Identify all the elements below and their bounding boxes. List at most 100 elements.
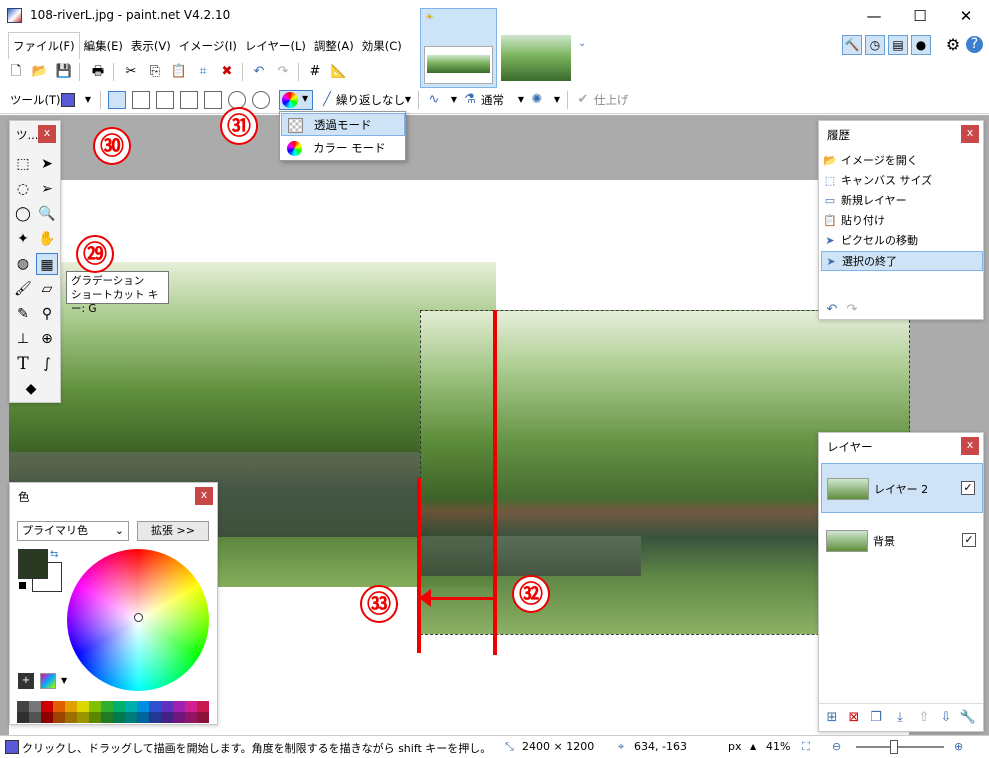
palette-swatch[interactable] (137, 701, 149, 712)
move-selection-tool-icon[interactable]: ➢ (36, 178, 58, 200)
gradient-tool-icon[interactable]: ▦ (36, 253, 58, 275)
new-file-icon[interactable]: 🗋 (7, 63, 25, 81)
current-tool-icon[interactable] (61, 93, 75, 107)
delete-layer-icon[interactable]: ⊠ (845, 709, 863, 727)
history-item[interactable]: ▭ 新規レイヤー (821, 191, 983, 211)
palette-swatch[interactable] (173, 701, 185, 712)
palette-swatch[interactable] (185, 712, 197, 723)
gradient-spiral-ccw-button[interactable] (252, 91, 270, 109)
eraser-tool-icon[interactable]: ▱ (36, 278, 58, 300)
history-item-selected[interactable]: ➤ 選択の終了 (821, 251, 983, 271)
palette-swatch[interactable] (17, 712, 29, 723)
repeat-mode-label[interactable]: 繰り返しなし (336, 91, 405, 109)
unit-select[interactable]: px (728, 740, 742, 753)
palette-swatch[interactable] (161, 712, 173, 723)
zoom-tool-icon[interactable]: 🔍 (36, 203, 58, 225)
colors-toggle-icon[interactable]: ● (911, 35, 931, 55)
shapes-tool-icon[interactable]: ◆ (20, 378, 42, 400)
palette-swatch[interactable] (125, 701, 137, 712)
print-icon[interactable]: 🖶 (89, 63, 107, 81)
settings-gear-icon[interactable]: ⚙ (944, 36, 962, 54)
history-item[interactable]: ➤ ピクセルの移動 (821, 231, 983, 251)
gradient-linear-button[interactable] (108, 91, 126, 109)
expand-button[interactable]: 拡張 >> (137, 521, 209, 541)
rectangle-select-tool-icon[interactable]: ⬚ (12, 153, 34, 175)
repeat-dropdown-arrow-icon[interactable]: ▼ (399, 91, 417, 109)
tabs-chevron-icon[interactable]: ⌄ (578, 38, 586, 49)
palette-swatch[interactable] (101, 712, 113, 723)
palette-swatch[interactable] (173, 712, 185, 723)
palette-swatch[interactable] (185, 701, 197, 712)
palette-swatch[interactable] (77, 701, 89, 712)
palette-dropdown-arrow-icon[interactable]: ▼ (61, 676, 67, 685)
palette-swatch[interactable] (89, 701, 101, 712)
quality-dropdown-arrow-icon[interactable]: ▼ (548, 91, 566, 109)
palette-swatch[interactable] (65, 712, 77, 723)
palette-swatch[interactable] (53, 701, 65, 712)
zoom-percent[interactable]: 41% (766, 740, 790, 753)
tools-panel-close-button[interactable]: x (38, 125, 56, 143)
primary-color-swatch[interactable] (18, 549, 48, 579)
zoom-out-icon[interactable]: ⊖ (832, 740, 841, 753)
paint-bucket-tool-icon[interactable]: ◍ (12, 253, 34, 275)
layer-visibility-checkbox[interactable]: ✓ (962, 533, 976, 547)
duplicate-layer-icon[interactable]: ❐ (867, 709, 885, 727)
gradient-radial-button[interactable] (180, 91, 198, 109)
close-button[interactable]: ✕ (943, 0, 989, 32)
clone-stamp-tool-icon[interactable]: ⊥ (12, 328, 34, 350)
palette-swatch[interactable] (161, 701, 173, 712)
menu-adjustments[interactable]: 調整(A) (310, 33, 358, 59)
text-tool-icon[interactable]: T (12, 353, 34, 375)
color-palette[interactable] (17, 701, 210, 723)
palette-swatch[interactable] (197, 712, 209, 723)
tool-dropdown-arrow-icon[interactable]: ▼ (79, 91, 97, 109)
zoom-slider-thumb[interactable] (890, 740, 898, 754)
save-icon[interactable]: 💾 (55, 63, 73, 81)
tools-toggle-icon[interactable]: 🔨 (842, 35, 862, 55)
palette-swatch[interactable] (149, 701, 161, 712)
history-panel-close-button[interactable]: x (961, 125, 979, 143)
history-redo-icon[interactable]: ↷ (843, 301, 861, 319)
palette-swatch[interactable] (41, 712, 53, 723)
history-undo-icon[interactable]: ↶ (823, 301, 841, 319)
palette-swatch[interactable] (101, 701, 113, 712)
move-layer-down-icon[interactable]: ⇩ (937, 709, 955, 727)
image-tab-active[interactable]: ☀ (420, 8, 497, 88)
menu-layers[interactable]: レイヤー(L) (241, 33, 310, 59)
add-layer-icon[interactable]: ⊞ (823, 709, 841, 727)
recolor-tool-icon[interactable]: ⊕ (36, 328, 58, 350)
unit-dropdown-arrow-icon[interactable]: ▲ (750, 742, 756, 751)
gradient-conical-button[interactable] (204, 91, 222, 109)
paintbrush-tool-icon[interactable]: 🖌 (12, 278, 34, 300)
cut-icon[interactable]: ✂ (122, 63, 140, 81)
menu-effects[interactable]: 効果(C) (358, 33, 406, 59)
undo-icon[interactable]: ↶ (250, 63, 268, 81)
open-folder-icon[interactable]: 📂 (31, 63, 49, 81)
copy-icon[interactable]: ⎘ (146, 63, 164, 81)
palette-swatch[interactable] (29, 712, 41, 723)
palette-swatch[interactable] (53, 712, 65, 723)
swap-colors-icon[interactable]: ⇆ (50, 549, 58, 560)
zoom-in-icon[interactable]: ⊕ (954, 740, 963, 753)
layer-visibility-checkbox[interactable]: ✓ (961, 481, 975, 495)
layers-toggle-icon[interactable]: ▤ (888, 35, 908, 55)
palette-swatch[interactable] (197, 701, 209, 712)
selection-quality-icon[interactable]: ✺ (528, 91, 546, 109)
move-selected-tool-icon[interactable]: ➤ (36, 153, 58, 175)
palette-swatch[interactable] (17, 701, 29, 712)
minimize-button[interactable]: — (851, 0, 897, 32)
colors-panel-close-button[interactable]: x (195, 487, 213, 505)
blend-mode-label[interactable]: 通常 (481, 91, 504, 109)
palette-swatch[interactable] (125, 712, 137, 723)
layer-row[interactable]: 背景 ✓ (821, 516, 983, 566)
transparency-mode-item[interactable]: 透過モード (281, 113, 405, 136)
history-item[interactable]: 📋 貼り付け (821, 211, 983, 231)
gradient-reflected-button[interactable] (132, 91, 150, 109)
palette-swatch[interactable] (149, 712, 161, 723)
layer-row-selected[interactable]: レイヤー 2 ✓ (821, 463, 983, 513)
color-mode-item[interactable]: カラー モード (281, 137, 405, 160)
magic-wand-tool-icon[interactable]: ✦ (12, 228, 34, 250)
move-layer-up-icon[interactable]: ⇧ (915, 709, 933, 727)
menu-view[interactable]: 表示(V) (127, 33, 175, 59)
deselect-icon[interactable]: ✖ (218, 63, 236, 81)
